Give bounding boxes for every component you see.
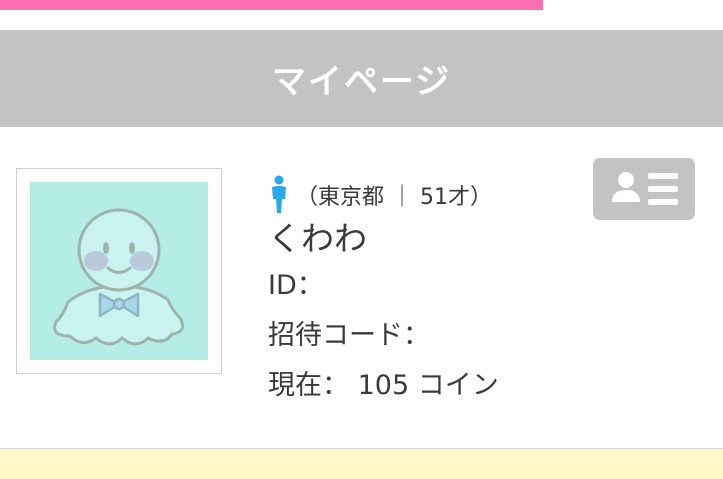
- id-card-icon: [612, 172, 678, 205]
- invite-code-row: 招待コード：: [268, 311, 598, 361]
- profile-info: （東京都 ｜ 51才） くわわ ID： 招待コード： 現在： 105 コイン: [268, 173, 598, 411]
- top-accent-bar: [0, 0, 543, 10]
- coin-balance-value: 105: [357, 370, 410, 401]
- profile-card-button[interactable]: [593, 158, 695, 220]
- coin-balance-row: 現在： 105 コイン: [268, 361, 598, 411]
- coin-balance-label: 現在：: [268, 370, 349, 401]
- user-id-label: ID：: [268, 270, 324, 301]
- user-id-row: ID：: [268, 261, 598, 311]
- page-header: マイページ: [0, 30, 723, 127]
- avatar-icon: [30, 182, 208, 360]
- profile-section: （東京都 ｜ 51才） くわわ ID： 招待コード： 現在： 105 コイン: [0, 127, 723, 449]
- location-age-text: （東京都 ｜ 51才）: [296, 185, 492, 210]
- invite-code-label: 招待コード：: [268, 320, 430, 351]
- male-person-icon: [272, 175, 286, 213]
- page-title: マイページ: [271, 62, 452, 102]
- coin-unit: コイン: [417, 370, 499, 401]
- next-section: [0, 449, 723, 479]
- avatar-frame[interactable]: [16, 168, 222, 374]
- user-name: くわわ: [268, 219, 367, 258]
- profile-meta: （東京都 ｜ 51才）: [268, 173, 598, 217]
